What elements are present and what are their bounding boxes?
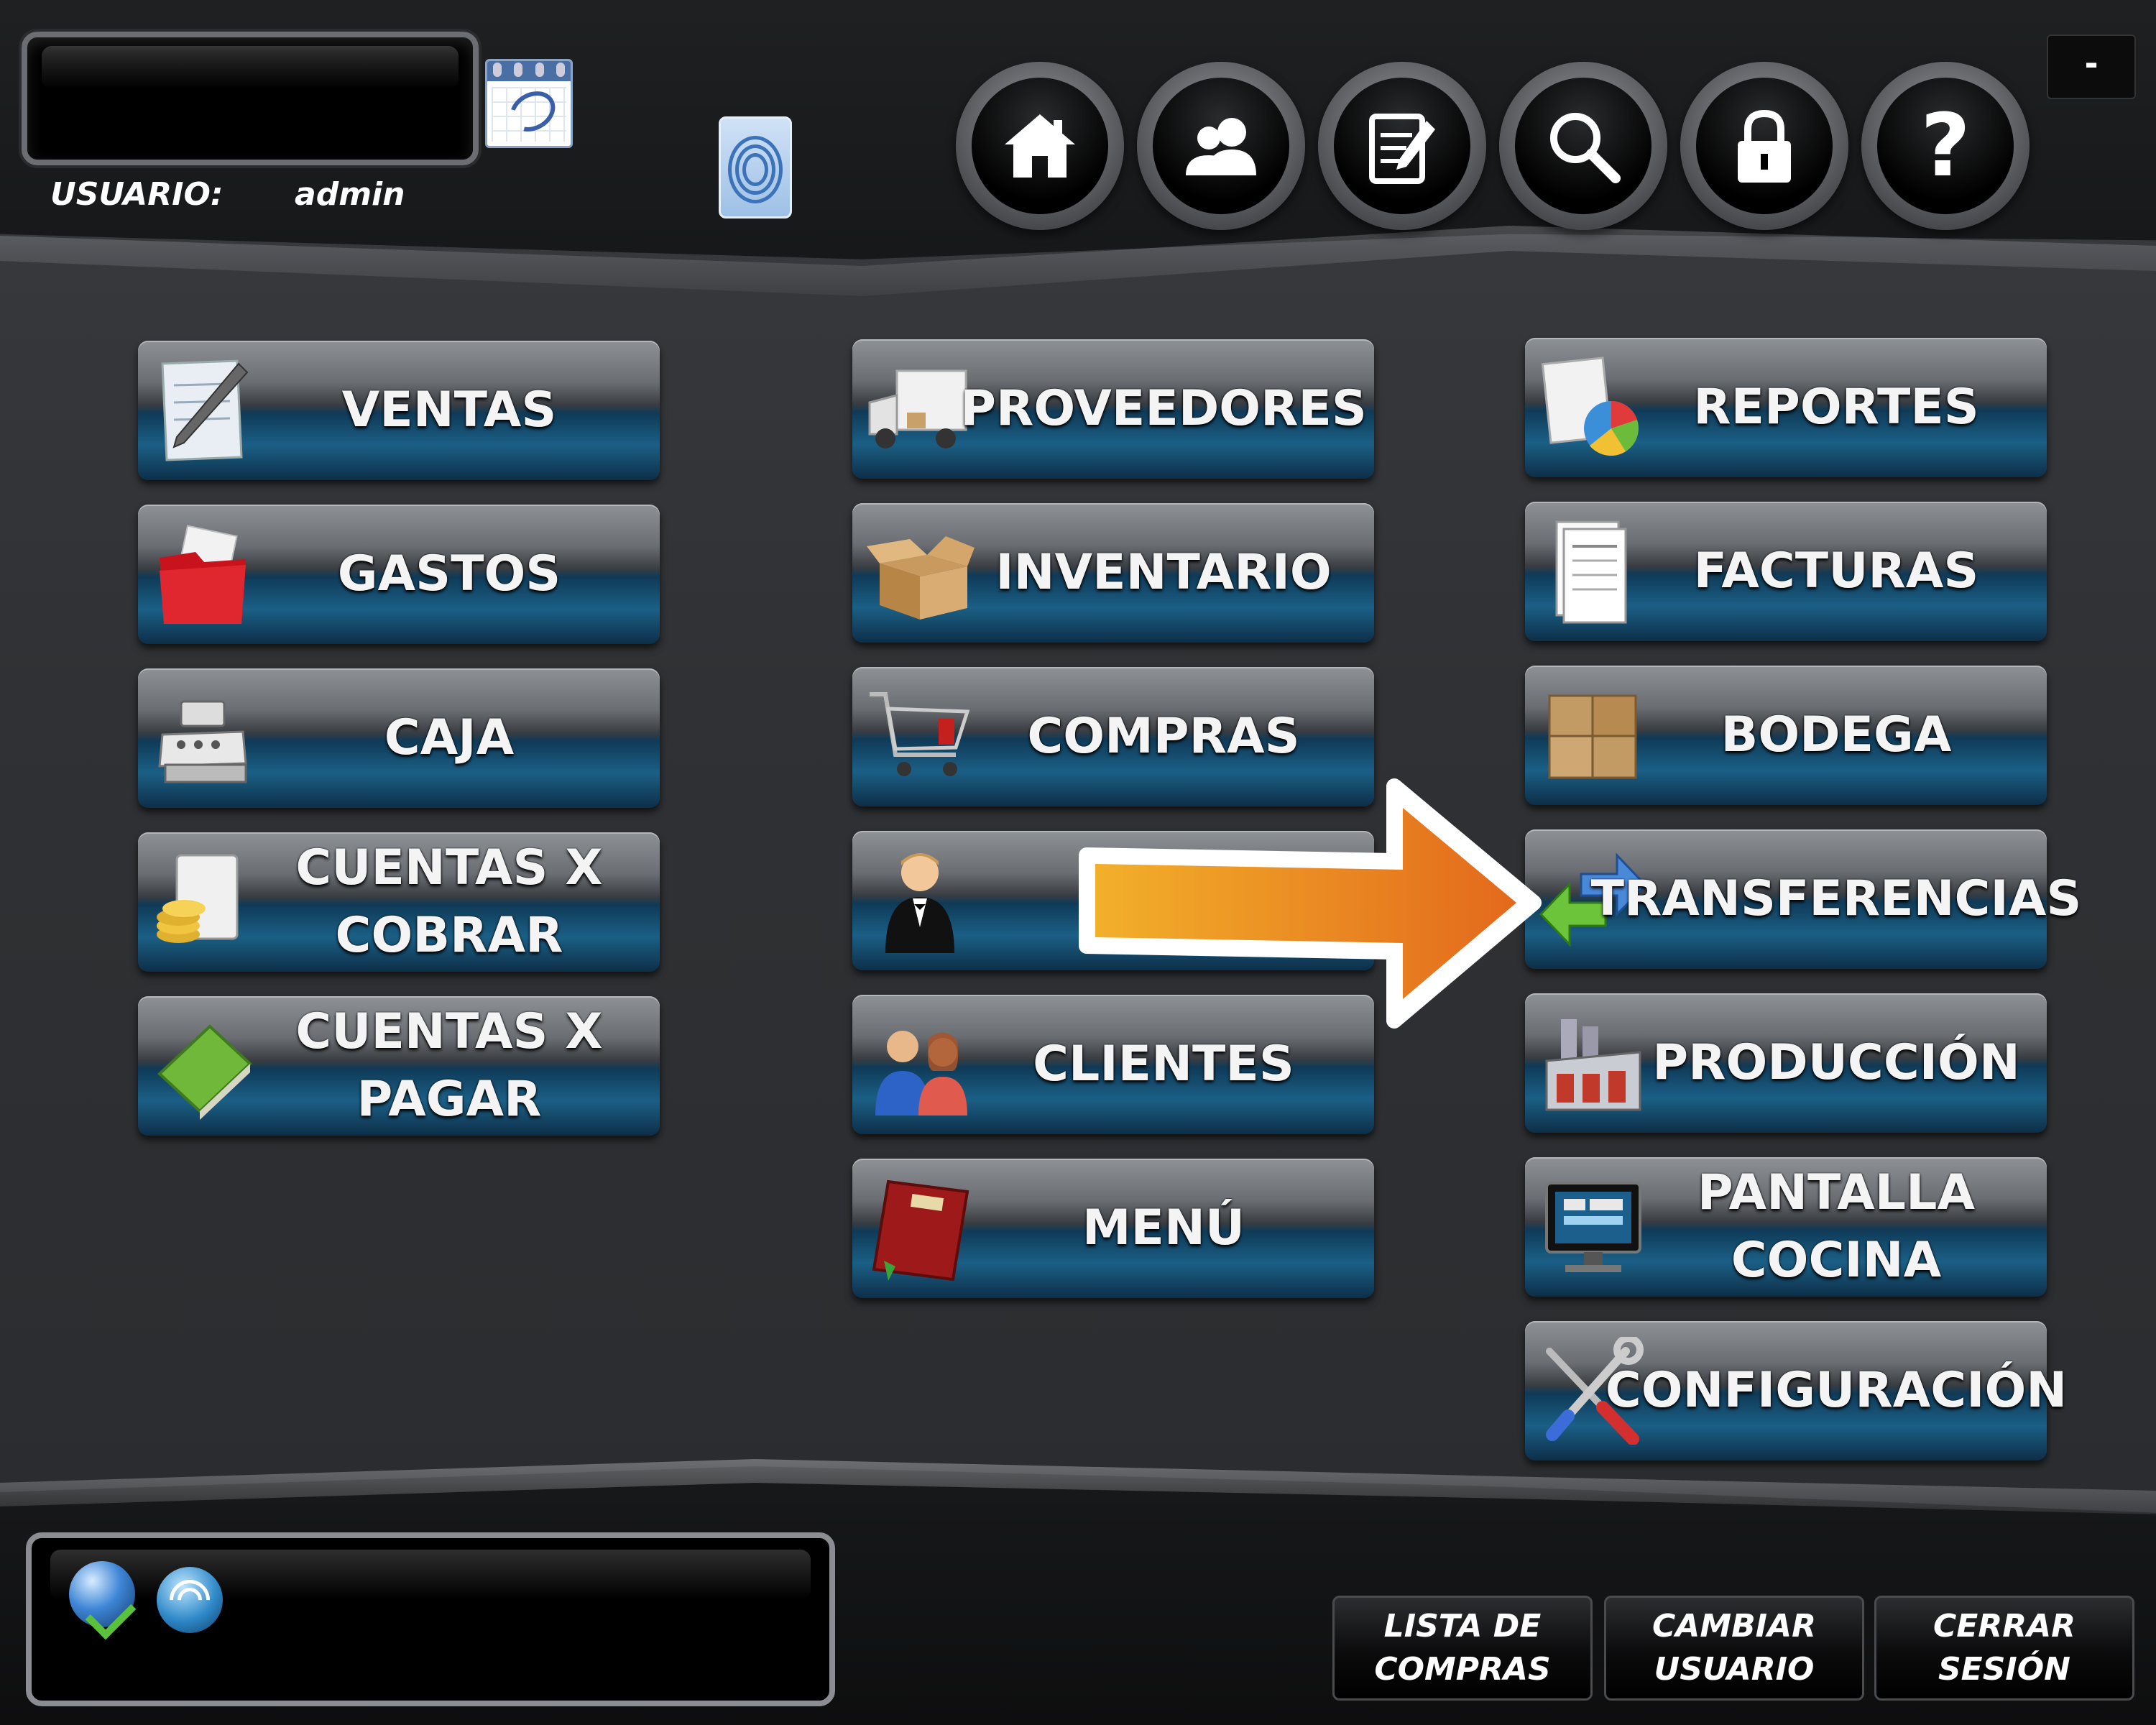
configuracion-button[interactable]: CONFIGURACIÓN (1525, 1321, 2068, 1460)
user-value: admin (295, 176, 405, 213)
help-button[interactable]: ? (1861, 62, 2030, 230)
cash-register-icon (152, 684, 253, 792)
factory-icon (1539, 1009, 1641, 1117)
produccion-label: PRODUCCIÓN (1652, 1034, 2020, 1091)
help-icon: ? (1877, 78, 2014, 214)
transferencias-label: TRANSFERENCIAS (1590, 870, 2082, 927)
cambiar-usuario-button[interactable]: CAMBIAR USUARIO (1604, 1596, 1864, 1701)
bodega-label: BODEGA (1720, 707, 1952, 763)
configuracion-label: CONFIGURACIÓN (1605, 1362, 2068, 1419)
cuentas-pagar-button[interactable]: CUENTAS X PAGAR (138, 996, 660, 1136)
reportes-label: REPORTES (1693, 379, 1979, 436)
wifi-signal-icon[interactable] (157, 1567, 223, 1633)
menu-book-icon (867, 1174, 969, 1282)
pen-paper-icon (152, 356, 253, 464)
green-book-icon (152, 1012, 253, 1120)
produccion-button[interactable]: PRODUCCIÓN (1525, 993, 2047, 1133)
open-box-icon (867, 519, 975, 627)
lista-compras-button[interactable]: LISTA DE COMPRAS (1332, 1596, 1593, 1701)
proveedores-label: PROVEEDORES (960, 380, 1367, 437)
status-display-box (26, 1532, 835, 1706)
inventario-button[interactable]: INVENTARIO (852, 503, 1374, 643)
notes-button[interactable] (1318, 62, 1486, 230)
cerrar-sesion-button[interactable]: CERRAR SESIÓN (1874, 1596, 2134, 1701)
bodega-button[interactable]: BODEGA (1525, 666, 2047, 805)
home-button[interactable] (956, 62, 1124, 230)
home-icon (972, 78, 1108, 214)
reportes-button[interactable]: REPORTES (1525, 338, 2047, 477)
user-label: USUARIO: (50, 176, 224, 213)
users-icon (1153, 78, 1289, 214)
pantalla-cocina-label: PANTALLA COCINA (1697, 1164, 1976, 1289)
facturas-label: FACTURAS (1693, 543, 1979, 599)
menu-label: MENÚ (1082, 1200, 1245, 1256)
menu-button[interactable]: MENÚ (852, 1159, 1374, 1298)
shopping-cart-icon (867, 683, 970, 791)
ventas-label: VENTAS (341, 382, 557, 438)
lock-icon (1696, 78, 1833, 214)
invoice-icon (1539, 518, 1640, 625)
cuentas-cobrar-label: CUENTAS X COBRAR (295, 840, 603, 964)
minimize-button[interactable]: - (2047, 34, 2136, 99)
boxes-stack-icon (1539, 681, 1640, 789)
pantalla-cocina-button[interactable]: PANTALLA COCINA (1525, 1157, 2047, 1297)
display-shine (42, 46, 459, 89)
notepad-edit-icon (1334, 78, 1470, 214)
report-chart-icon (1539, 354, 1640, 461)
folder-receipts-icon (152, 520, 253, 628)
calendar-icon[interactable] (485, 59, 573, 148)
users-button[interactable] (1137, 62, 1305, 230)
calendar-rings (493, 63, 565, 77)
fingerprint-icon[interactable] (719, 116, 792, 218)
search-icon (1515, 78, 1651, 214)
gastos-button[interactable]: GASTOS (138, 505, 660, 644)
caja-label: CAJA (384, 709, 515, 766)
customers-icon (867, 1011, 967, 1118)
lock-button[interactable] (1680, 62, 1848, 230)
search-button[interactable] (1499, 62, 1667, 230)
top-display-box (22, 32, 479, 165)
ventas-button[interactable]: VENTAS (138, 341, 660, 480)
facturas-button[interactable]: FACTURAS (1525, 502, 2047, 641)
gastos-label: GASTOS (337, 546, 561, 602)
inventario-label: INVENTARIO (995, 544, 1332, 601)
cuentas-pagar-label: CUENTAS X PAGAR (295, 1003, 603, 1128)
highlight-arrow-icon (1079, 778, 1542, 1029)
bill-coins-icon (152, 848, 253, 956)
caja-button[interactable]: CAJA (138, 668, 660, 808)
delivery-truck-icon (867, 355, 967, 463)
monitor-icon (1539, 1173, 1641, 1281)
proveedores-button[interactable]: PROVEEDORES (852, 339, 1374, 479)
transferencias-button[interactable]: TRANSFERENCIAS (1525, 829, 2082, 969)
cuentas-cobrar-button[interactable]: CUENTAS X COBRAR (138, 832, 660, 972)
waiter-icon (867, 847, 967, 954)
